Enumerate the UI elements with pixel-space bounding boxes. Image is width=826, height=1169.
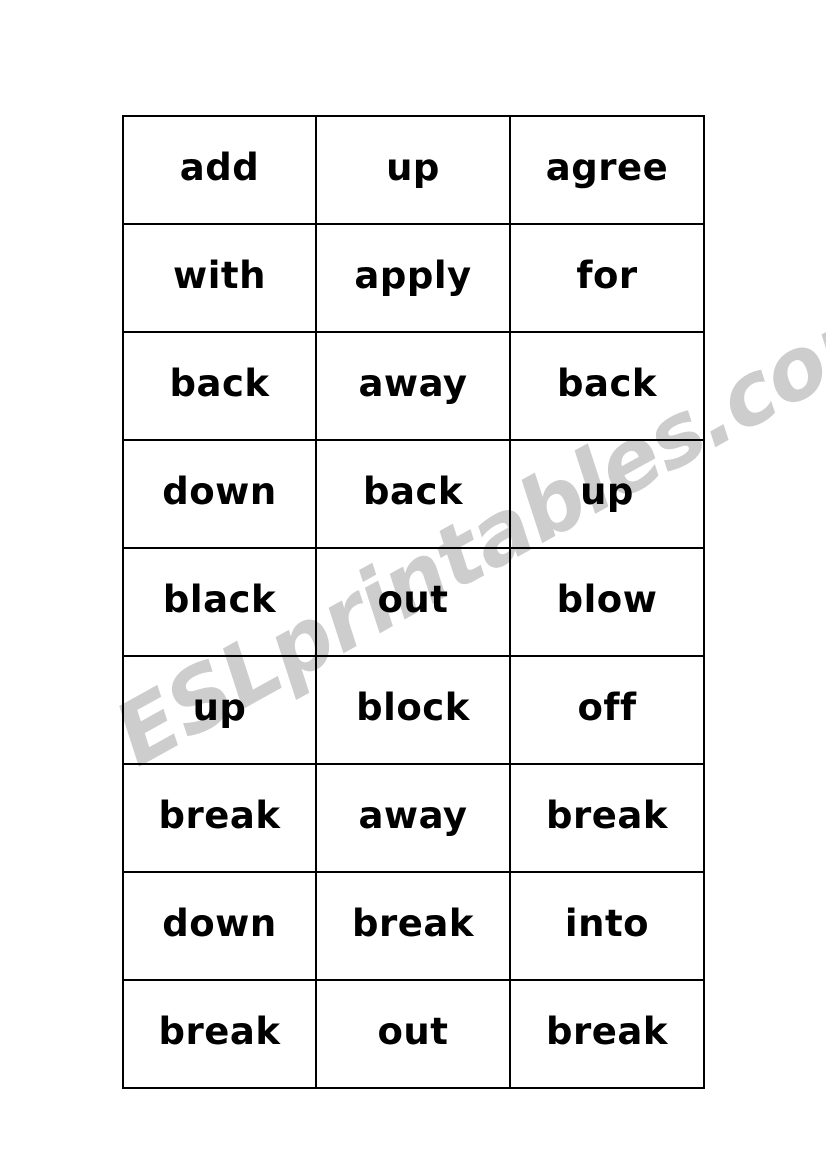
- table-row: up block off: [122, 655, 705, 765]
- cell-word: up: [192, 685, 247, 729]
- flashcard-cell[interactable]: up: [509, 439, 705, 549]
- table-row: break out break: [122, 979, 705, 1089]
- flashcard-cell[interactable]: blow: [509, 547, 705, 657]
- cell-word: away: [358, 361, 468, 405]
- flashcard-cell[interactable]: black: [122, 547, 317, 657]
- cell-word: break: [546, 1009, 668, 1053]
- flashcard-cell[interactable]: back: [122, 331, 317, 441]
- table-row: down break into: [122, 871, 705, 981]
- cell-word: back: [363, 469, 463, 513]
- worksheet-page: ESLprintables.com add up agree with appl…: [0, 0, 826, 1169]
- cell-word: back: [169, 361, 270, 405]
- cell-word: up: [386, 145, 440, 189]
- flashcard-cell[interactable]: into: [509, 871, 705, 981]
- table-row: break away break: [122, 763, 705, 873]
- flashcard-cell[interactable]: break: [122, 979, 317, 1089]
- cell-word: with: [173, 253, 266, 297]
- cell-word: apply: [354, 253, 472, 297]
- flashcard-cell[interactable]: break: [509, 979, 705, 1089]
- cell-word: break: [546, 793, 668, 837]
- cell-word: blow: [556, 577, 658, 621]
- flashcard-cell[interactable]: block: [315, 655, 511, 765]
- cell-word: up: [580, 469, 634, 513]
- cell-word: break: [158, 1009, 281, 1053]
- table-row: with apply for: [122, 223, 705, 333]
- cell-word: break: [352, 901, 474, 945]
- cell-word: for: [576, 253, 638, 297]
- flashcard-grid: add up agree with apply for back away ba…: [122, 115, 705, 1089]
- flashcard-cell[interactable]: down: [122, 871, 317, 981]
- cell-word: agree: [545, 145, 669, 189]
- table-row: add up agree: [122, 115, 705, 225]
- flashcard-cell[interactable]: down: [122, 439, 317, 549]
- flashcard-cell[interactable]: for: [509, 223, 705, 333]
- cell-word: back: [557, 361, 657, 405]
- flashcard-cell[interactable]: break: [122, 763, 317, 873]
- flashcard-cell[interactable]: off: [509, 655, 705, 765]
- table-row: down back up: [122, 439, 705, 549]
- cell-word: break: [158, 793, 281, 837]
- cell-word: away: [358, 793, 468, 837]
- flashcard-cell[interactable]: up: [122, 655, 317, 765]
- cell-word: out: [377, 577, 449, 621]
- flashcard-cell[interactable]: out: [315, 979, 511, 1089]
- flashcard-cell[interactable]: up: [315, 115, 511, 225]
- flashcard-cell[interactable]: agree: [509, 115, 705, 225]
- cell-word: off: [577, 685, 637, 729]
- flashcard-cell[interactable]: back: [509, 331, 705, 441]
- table-row: black out blow: [122, 547, 705, 657]
- flashcard-cell[interactable]: apply: [315, 223, 511, 333]
- cell-word: down: [162, 901, 277, 945]
- flashcard-cell[interactable]: with: [122, 223, 317, 333]
- cell-word: add: [179, 145, 260, 189]
- flashcard-cell[interactable]: away: [315, 331, 511, 441]
- flashcard-cell[interactable]: add: [122, 115, 317, 225]
- cell-word: into: [564, 901, 650, 945]
- flashcard-cell[interactable]: away: [315, 763, 511, 873]
- cell-word: out: [377, 1009, 449, 1053]
- flashcard-cell[interactable]: break: [315, 871, 511, 981]
- cell-word: black: [162, 577, 277, 621]
- flashcard-cell[interactable]: back: [315, 439, 511, 549]
- cell-word: down: [162, 469, 277, 513]
- flashcard-cell[interactable]: break: [509, 763, 705, 873]
- table-row: back away back: [122, 331, 705, 441]
- cell-word: block: [356, 685, 470, 729]
- flashcard-cell[interactable]: out: [315, 547, 511, 657]
